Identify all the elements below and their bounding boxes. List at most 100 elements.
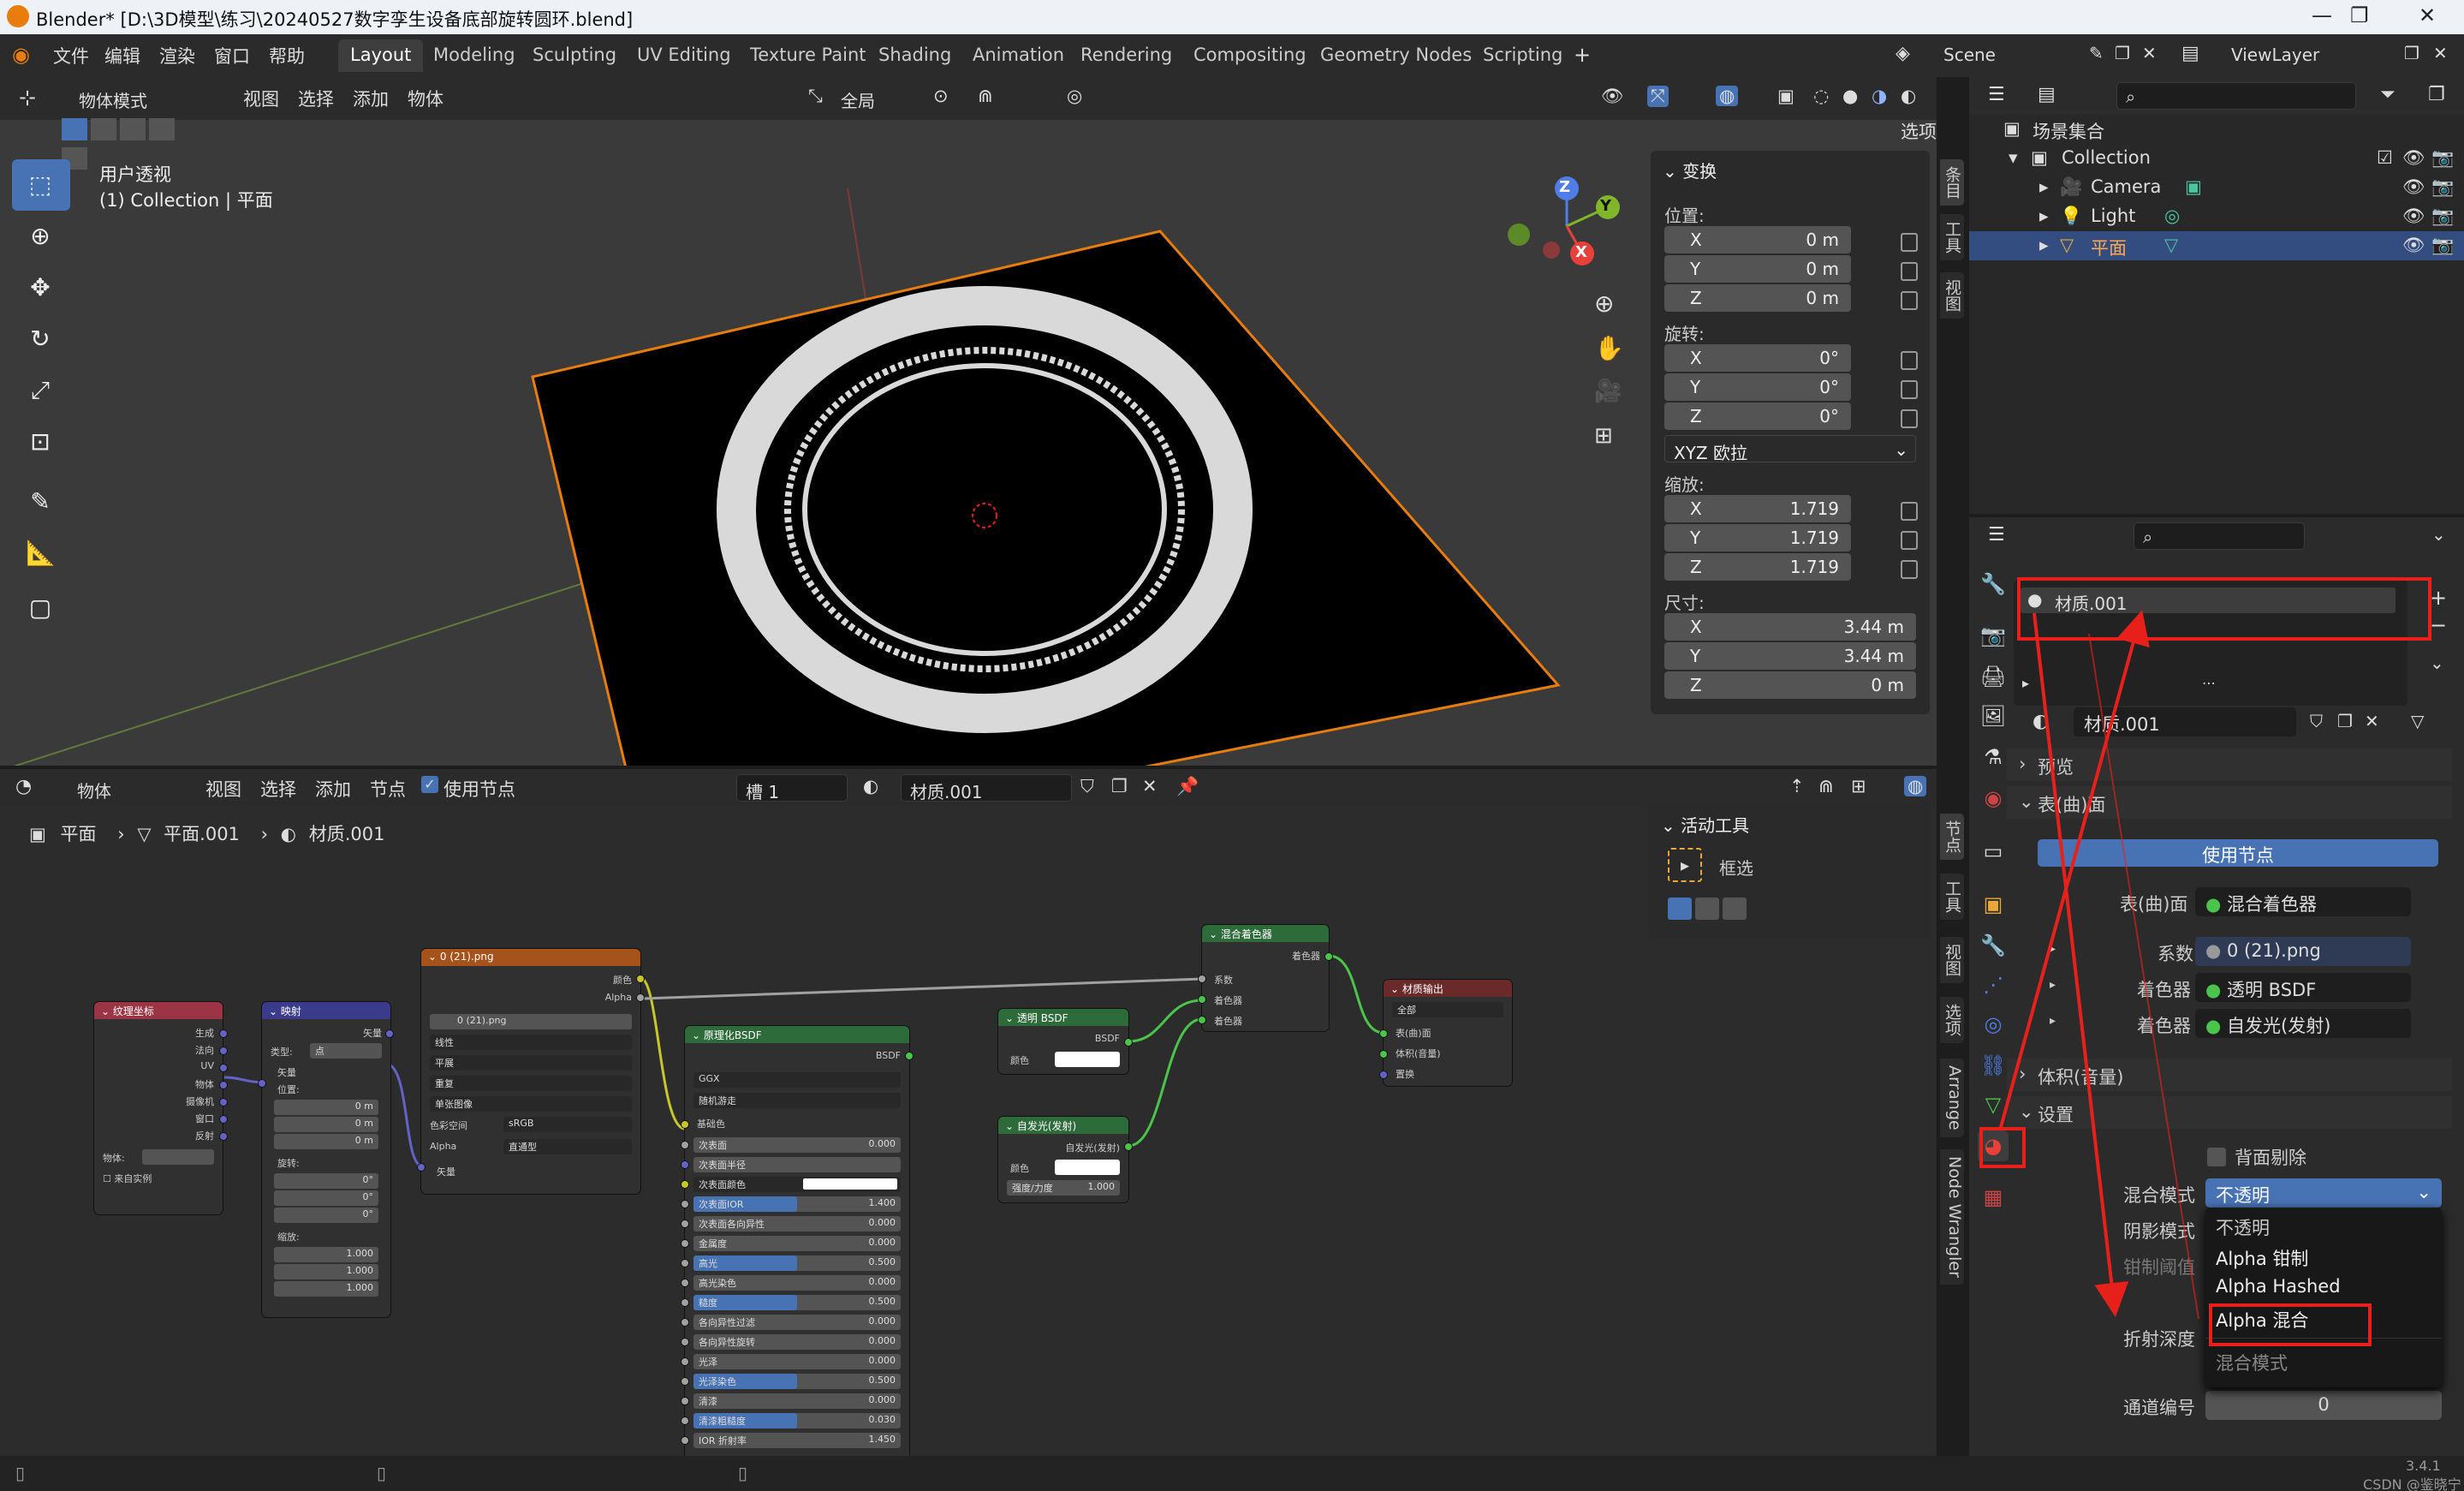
bsdf-param-row[interactable]: 次表面半径 (693, 1157, 901, 1172)
output-socket[interactable] (385, 1029, 394, 1038)
bsdf-param-row[interactable]: 次表面 0.000 (693, 1137, 901, 1153)
output-socket[interactable] (219, 1115, 228, 1124)
rendered-shading-icon[interactable]: ◐ (1901, 86, 1916, 106)
loc-x-field[interactable]: 0 m (274, 1100, 378, 1115)
lock-icon[interactable] (1901, 409, 1918, 428)
shader-input-socket[interactable] (1198, 995, 1206, 1004)
tab-rendering[interactable]: Rendering (1068, 39, 1184, 72)
interpolation-select[interactable]: 线性 (430, 1035, 632, 1050)
gizmo-toggle-icon[interactable]: ⤧ (1647, 86, 1669, 107)
bsdf-param-row[interactable]: 金属度 0.000 (693, 1236, 901, 1251)
camera-view-icon[interactable]: 🎥 (1594, 379, 1622, 404)
location-z-field[interactable]: Z 0 m (1664, 284, 1851, 312)
scale-y-field[interactable]: 1.000 (274, 1264, 378, 1279)
snap-icon[interactable]: ⋒ (978, 86, 993, 106)
tab-modeling[interactable]: Modeling (421, 39, 527, 72)
rotation-x-field[interactable]: X 0° (1664, 344, 1851, 372)
eye-icon[interactable]: 👁 (2402, 147, 2425, 169)
xray-icon[interactable]: ▣ (1777, 86, 1794, 106)
move-tool[interactable]: ✥ (12, 262, 70, 313)
input-socket[interactable] (681, 1220, 689, 1228)
base-color-input-socket[interactable] (681, 1120, 689, 1129)
output-target-select[interactable]: 全部 (1392, 1002, 1503, 1017)
eye-icon[interactable]: 👁 (2402, 206, 2425, 227)
mesh-data-icon[interactable]: ▽ (2164, 235, 2178, 255)
distribution-select[interactable]: GGX (693, 1072, 901, 1088)
select-box-icon[interactable]: ▸ (1668, 848, 1702, 882)
color-swatch[interactable] (1055, 1052, 1120, 1067)
bsdf-param-row[interactable]: 高光 0.500 (693, 1255, 901, 1271)
camera-render-icon[interactable]: 📷 (2431, 147, 2454, 169)
rot-z-field[interactable]: 0° (274, 1208, 378, 1223)
transparent-bsdf-node[interactable]: ⌄ 透明 BSDF BSDF 颜色 (998, 1009, 1128, 1074)
tab-compositing[interactable]: Compositing (1181, 39, 1318, 72)
image-texture-node[interactable]: ⌄ 0 (21).png 颜色 Alpha 0 (21).png 线性 平展 重… (421, 949, 640, 1194)
tab-uv-editing[interactable]: UV Editing (625, 39, 743, 72)
tab-texture-paint[interactable]: Texture Paint (738, 39, 878, 72)
object-field[interactable] (142, 1149, 214, 1165)
delete-viewlayer-icon[interactable]: ✕ (2433, 43, 2448, 63)
add-cube-tool[interactable]: ▢ (12, 582, 70, 634)
shader-input-socket[interactable] (1198, 1016, 1206, 1024)
emission-output-socket[interactable] (1124, 1142, 1133, 1151)
display-mode-icon[interactable]: ▤ (2038, 84, 2056, 105)
lock-icon[interactable] (1901, 502, 1918, 521)
input-socket[interactable] (681, 1318, 689, 1327)
scale-z-field[interactable]: 1.000 (274, 1281, 378, 1297)
emission-node[interactable]: ⌄ 自发光(发射) 自发光(发射) 颜色 强度/力度 1.000 (998, 1117, 1128, 1202)
menu-file[interactable]: 文件 (53, 43, 89, 69)
viewlayer-selector[interactable]: ViewLayer (2223, 41, 2394, 69)
scale-tool[interactable]: ⤢ (12, 365, 70, 416)
lock-icon[interactable] (1901, 380, 1918, 399)
input-socket[interactable] (681, 1279, 689, 1287)
input-socket[interactable] (681, 1239, 689, 1248)
bsdf-param-row[interactable]: 光泽染色 0.500 (693, 1374, 901, 1389)
output-socket[interactable] (219, 1064, 228, 1072)
input-socket[interactable] (258, 1079, 266, 1088)
output-socket[interactable] (219, 1047, 228, 1055)
lock-icon[interactable] (1901, 351, 1918, 370)
dimension-z-field[interactable]: Z 0 m (1664, 671, 1916, 699)
pass-index-field[interactable]: 0 (2205, 1391, 2442, 1420)
menu-window[interactable]: 窗口 (214, 43, 250, 69)
tab-sculpting[interactable]: Sculpting (521, 39, 628, 72)
tab-tool[interactable]: 工具 (1940, 214, 1964, 260)
active-tool-header[interactable]: ⌄ 活动工具 (1661, 812, 1749, 837)
close-window-button[interactable]: ✕ (2419, 3, 2436, 27)
maximize-button[interactable]: ❐ (2350, 3, 2369, 27)
rotation-mode-select[interactable]: XYZ 欧拉 ⌄ (1664, 435, 1916, 463)
overlay-toggle-icon[interactable]: ◍ (1716, 86, 1739, 106)
expand-icon[interactable]: ▸ (2039, 206, 2049, 226)
camera-render-icon[interactable]: 📷 (2431, 206, 2454, 227)
bsdf-output-socket[interactable] (1124, 1038, 1133, 1047)
extension-select[interactable]: 重复 (430, 1076, 632, 1091)
bsdf-param-row[interactable]: IOR 折射率 1.450 (693, 1433, 901, 1448)
vector-input-socket[interactable] (417, 1163, 426, 1172)
mapping-type-select[interactable]: 点 (310, 1043, 382, 1059)
camera-render-icon[interactable]: 📷 (2431, 235, 2454, 256)
input-socket[interactable] (681, 1180, 689, 1189)
select-subtract-icon[interactable] (1723, 898, 1747, 920)
chevron-down-icon[interactable]: ⌄ (2431, 524, 2446, 545)
outliner[interactable]: ☰ ▤ ⌕ ⏷ ❐ ▣ 场景集合 ▾ ▣ Collection ☑ 👁 📷 ▸ 🎥 Camera… (1969, 77, 2464, 514)
light-data-icon[interactable]: ◎ (2164, 206, 2180, 226)
location-x-field[interactable]: X 0 m (1664, 226, 1851, 253)
delete-scene-icon[interactable]: ✕ (2142, 43, 2157, 63)
menu-select[interactable]: 选择 (298, 86, 334, 111)
mix-shader-node[interactable]: ⌄ 混合着色器 着色器 系数 着色器 着色器 (1202, 925, 1329, 1031)
tab-view[interactable]: 视图 (1940, 272, 1964, 319)
output-socket[interactable] (219, 1081, 228, 1089)
color-output-socket[interactable] (636, 975, 645, 983)
proportional-edit-icon[interactable]: ◎ (1067, 86, 1082, 106)
tab-tool[interactable]: 工具 (1940, 874, 1964, 920)
menu-render[interactable]: 渲染 (159, 43, 195, 69)
output-socket[interactable] (219, 1098, 228, 1106)
expand-icon[interactable]: ▸ (2039, 176, 2049, 197)
new-scene-icon[interactable]: ❐ (2115, 43, 2130, 63)
pivot-icon[interactable]: ⊙ (933, 86, 949, 106)
new-viewlayer-icon[interactable]: ❐ (2404, 43, 2419, 63)
outliner-item-plane[interactable]: ▸ ▽ 平面 ▽ 👁 📷 (1969, 231, 2464, 260)
new-collection-icon[interactable]: ❐ (2428, 84, 2445, 105)
bsdf-param-row[interactable]: 清漆粗糙度 0.030 (693, 1413, 901, 1428)
scale-x-field[interactable]: 1.000 (274, 1247, 378, 1262)
